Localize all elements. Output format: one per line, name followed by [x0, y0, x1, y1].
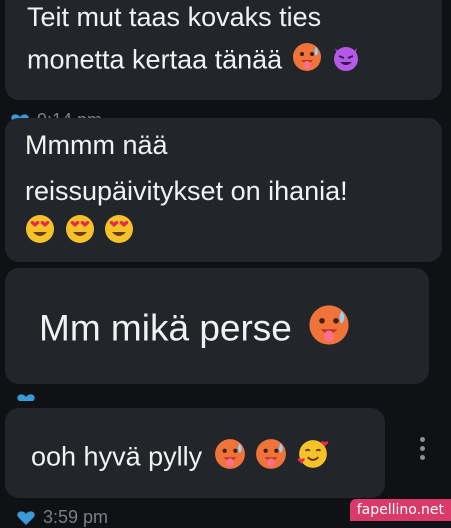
message-time: 3:59 pm — [43, 507, 109, 527]
message-line: Mmmm nää — [25, 130, 168, 160]
heart-eyes-emoji-icon — [65, 214, 95, 253]
message-bubble-4[interactable]: ooh hyvä pylly — [5, 408, 385, 498]
message-text: Mmmm nää reissupäivitykset on ihania! — [25, 128, 348, 253]
message-text: Mm mikä perse — [39, 304, 350, 357]
hot-face-emoji-icon — [255, 438, 287, 479]
message-meta: 3:59 pm — [17, 507, 108, 528]
message-bubble-3[interactable]: Mm mikä perse — [5, 268, 429, 384]
heart-eyes-emoji-icon — [25, 214, 55, 253]
smiling-face-with-hearts-emoji-icon — [297, 438, 329, 479]
hot-face-emoji-icon — [292, 42, 322, 81]
message-bubble-2[interactable]: Mmmm nää reissupäivitykset on ihania! — [5, 118, 442, 262]
heart-reaction-icon[interactable] — [17, 394, 35, 401]
emoji-row — [25, 214, 348, 253]
smiling-face-with-horns-emoji-icon — [331, 42, 361, 81]
message-meta — [17, 394, 35, 401]
heart-eyes-emoji-icon — [104, 214, 134, 253]
watermark: fapellino.net — [349, 499, 451, 521]
message-line: monetta kertaa tänää — [27, 42, 361, 81]
message-text: Teit mut taas kovaks ties monetta kertaa… — [27, 0, 361, 80]
hot-face-emoji-icon — [308, 304, 350, 357]
more-options-icon[interactable] — [420, 437, 425, 460]
message-bubble-1[interactable]: Teit mut taas kovaks ties monetta kertaa… — [5, 0, 442, 100]
message-text: ooh hyvä pylly — [31, 438, 329, 479]
hot-face-emoji-icon — [214, 438, 246, 479]
message-line: Teit mut taas kovaks ties — [27, 2, 322, 32]
heart-reaction-icon[interactable] — [17, 510, 35, 525]
message-line: reissupäivitykset on ihania! — [25, 175, 348, 206]
